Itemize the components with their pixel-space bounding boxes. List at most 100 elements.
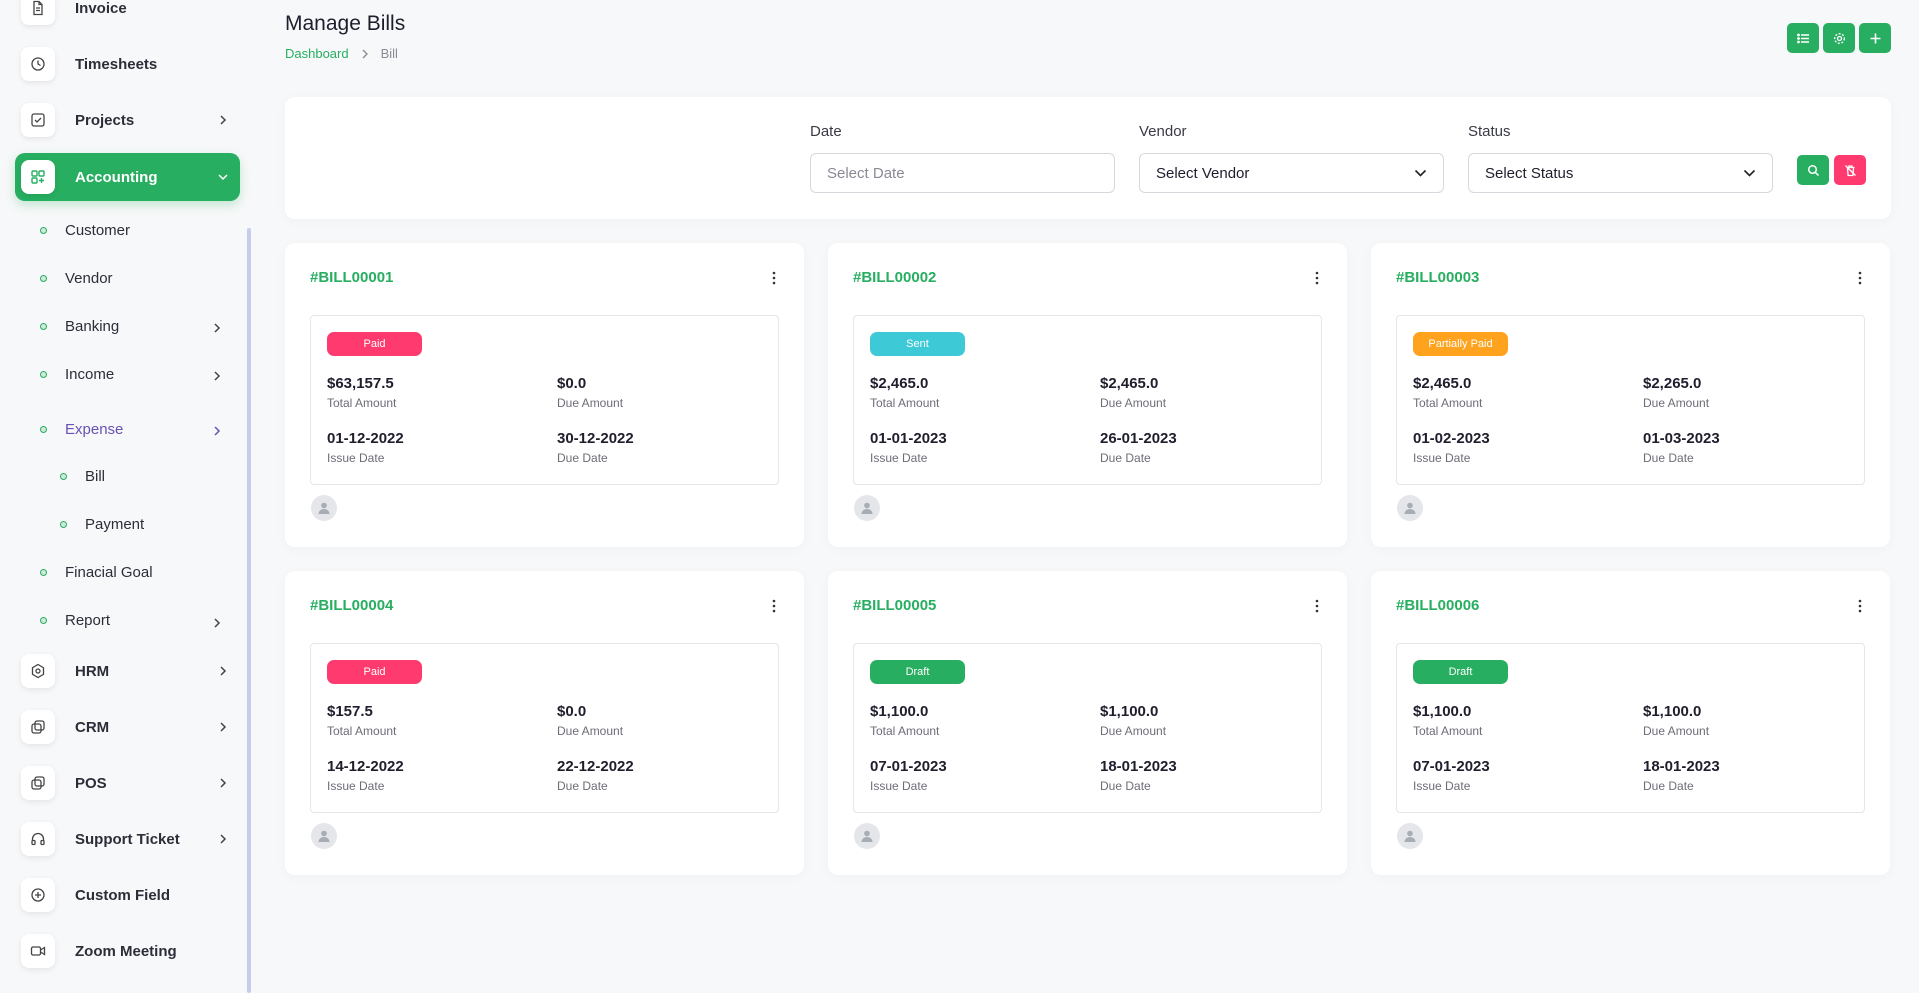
total-amount-label: Total Amount [870,724,940,738]
more-vertical-icon[interactable] [1315,271,1319,285]
more-vertical-icon[interactable] [772,599,776,613]
sidebar-item-zoom-meeting[interactable]: Zoom Meeting [15,927,240,975]
chevron-right-icon [220,722,227,732]
sidebar-sub-bill[interactable]: Bill [60,461,105,491]
sidebar-item-timesheets[interactable]: Timesheets [15,40,240,88]
reset-filter-button[interactable] [1834,155,1866,185]
sidebar-sub-income[interactable]: Income [40,359,114,389]
due-amount-label: Due Amount [557,724,624,738]
avatar[interactable] [311,495,337,521]
sidebar-sub-label: Bill [85,467,106,485]
plus-icon [1870,33,1880,43]
sidebar-item-accounting[interactable]: Accounting [15,153,240,201]
chevron-right-icon [220,666,227,676]
due-date-value: 18-01-2023 [1100,758,1177,775]
bill-id-link[interactable]: #BILL00002 [853,269,936,286]
total-amount-label: Total Amount [1413,724,1483,738]
sidebar-item-crm[interactable]: CRM [15,703,240,751]
bill-id-link[interactable]: #BILL00004 [310,597,393,614]
breadcrumb-dashboard-link[interactable]: Dashboard [285,46,349,61]
sidebar-item-custom-field[interactable]: Custom Field [15,871,240,919]
bullet-icon [40,568,47,576]
avatar[interactable] [854,495,880,521]
sidebar-item-support-ticket[interactable]: Support Ticket [15,815,240,863]
bill-card: #BILL00003 Partially Paid $2,465.0 Total… [1371,243,1890,547]
date-filter-label: Date [810,123,842,140]
sidebar-item-label: HRM [75,662,110,680]
more-vertical-icon[interactable] [1858,599,1862,613]
date-input[interactable]: Select Date [810,153,1115,193]
total-amount-label: Total Amount [870,396,940,410]
avatar[interactable] [1397,823,1423,849]
list-view-button[interactable] [1787,23,1819,53]
bill-id-link[interactable]: #BILL00001 [310,269,393,286]
total-amount: $157.5 Total Amount [327,703,396,738]
bill-card: #BILL00004 Paid $157.5 Total Amount $0.0… [285,571,804,875]
due-date-label: Due Date [1100,779,1151,793]
status-badge: Paid [327,660,422,684]
bill-id-link[interactable]: #BILL00003 [1396,269,1479,286]
sidebar-sub-banking[interactable]: Banking [40,311,119,341]
bullet-icon [40,274,47,282]
avatar[interactable] [311,823,337,849]
clock-icon [21,47,55,81]
avatar[interactable] [854,823,880,849]
sidebar-item-hrm[interactable]: HRM [15,647,240,695]
user-icon [1404,830,1416,842]
due-amount-value: $0.0 [557,375,587,392]
due-amount-value: $1,100.0 [1643,703,1702,720]
bill-id-link[interactable]: #BILL00005 [853,597,936,614]
due-date-value: 22-12-2022 [557,758,634,775]
sidebar-item-label: Accounting [75,168,158,186]
chevron-down-icon [1743,169,1756,177]
sidebar-sub-financial-goal[interactable]: Finacial Goal [40,557,153,587]
sidebar-sub-payment[interactable]: Payment [60,509,144,539]
issue-date: 01-12-2022 Issue Date [327,430,404,465]
due-date-value: 18-01-2023 [1643,758,1720,775]
sidebar-scrollbar[interactable] [247,228,251,993]
search-button[interactable] [1797,155,1829,185]
issue-date-label: Issue Date [1413,779,1471,793]
vendor-select[interactable]: Select Vendor [1139,153,1444,193]
grid-plus-icon [21,160,55,194]
add-bill-button[interactable] [1859,23,1891,53]
settings-button[interactable] [1823,23,1855,53]
more-vertical-icon[interactable] [772,271,776,285]
issue-date-value: 01-01-2023 [870,430,947,447]
avatar[interactable] [1397,495,1423,521]
more-vertical-icon[interactable] [1858,271,1862,285]
video-icon [21,934,55,968]
sidebar-item-invoice[interactable]: Invoice [15,0,240,32]
sidebar-item-pos[interactable]: POS [15,759,240,807]
sidebar-sub-expense[interactable]: Expense [40,414,123,444]
issue-date: 01-01-2023 Issue Date [870,430,947,465]
sidebar-item-label: Custom Field [75,886,171,904]
bullet-icon [60,472,67,480]
due-date: 30-12-2022 Due Date [557,430,634,465]
sidebar-item-label: Timesheets [75,55,158,73]
sidebar-item-projects[interactable]: Projects [15,96,240,144]
due-amount: $0.0 Due Amount [557,703,623,738]
status-filter: Status Select Status [1468,123,1773,193]
total-amount: $63,157.5 Total Amount [327,375,396,410]
bill-details: Paid $157.5 Total Amount $0.0 Due Amount… [310,643,779,813]
status-select[interactable]: Select Status [1468,153,1773,193]
sidebar-sub-label: Expense [65,420,124,438]
due-date-value: 01-03-2023 [1643,430,1720,447]
sidebar-sub-report[interactable]: Report [40,605,110,635]
due-amount: $2,465.0 Due Amount [1100,375,1166,410]
sidebar-item-label: Zoom Meeting [75,942,177,960]
sidebar-sub-customer[interactable]: Customer [40,215,130,245]
sidebar-sub-label: Report [65,611,111,629]
issue-date: 07-01-2023 Issue Date [870,758,947,793]
breadcrumb-current: Bill [380,46,398,61]
sidebar-sub-vendor[interactable]: Vendor [40,263,113,293]
due-amount: $2,265.0 Due Amount [1643,375,1709,410]
total-amount-value: $157.5 [327,703,373,720]
due-date-label: Due Date [1643,451,1694,465]
bill-id-link[interactable]: #BILL00006 [1396,597,1479,614]
due-amount-value: $1,100.0 [1100,703,1159,720]
bill-details: Partially Paid $2,465.0 Total Amount $2,… [1396,315,1865,485]
more-vertical-icon[interactable] [1315,599,1319,613]
header-actions [1787,23,1891,53]
